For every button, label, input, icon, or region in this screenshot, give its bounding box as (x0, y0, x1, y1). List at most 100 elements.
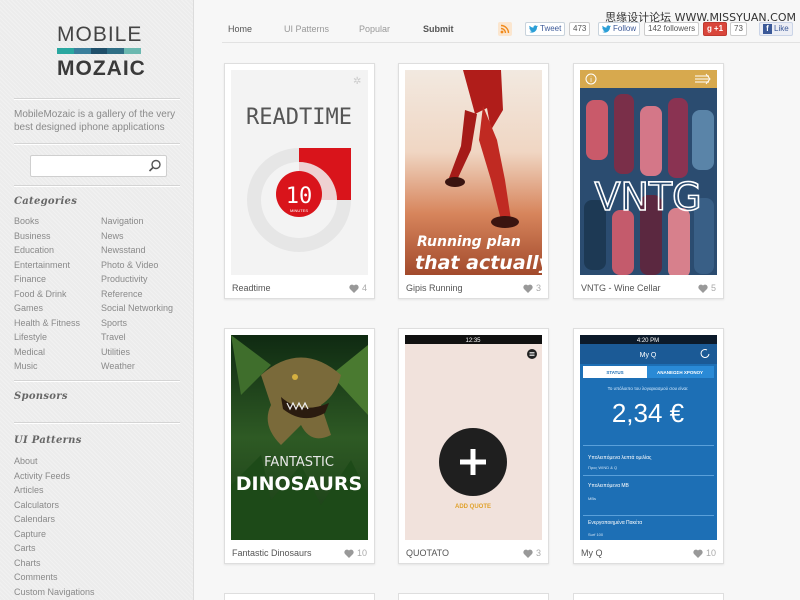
card-title[interactable]: Readtime (232, 283, 271, 293)
logo-color-bar (57, 48, 141, 54)
pattern-link[interactable]: Capture (14, 527, 95, 542)
app-card-partial[interactable] (398, 593, 549, 600)
search-icon[interactable] (148, 159, 162, 173)
pattern-link[interactable]: Articles (14, 483, 95, 498)
tweet-label: Tweet (540, 24, 562, 33)
app-screenshot[interactable]: READTIME ✲ 10 MINUTES (231, 70, 368, 275)
pattern-link[interactable]: About (14, 454, 95, 469)
readtime-unit: MINUTES (290, 208, 308, 213)
pattern-link[interactable]: Activity Feeds (14, 469, 95, 484)
menu-icon (695, 73, 711, 85)
rss-icon[interactable] (498, 22, 512, 36)
like-count: 3 (535, 283, 541, 293)
like-count: 3 (535, 548, 541, 558)
category-link[interactable]: Music (14, 359, 80, 374)
vntg-logo: VNTG (594, 175, 701, 219)
nav-popular[interactable]: Popular (359, 24, 399, 34)
app-screenshot[interactable]: 4:20 PM My Q STATUS ΑΝΑΝΕΩΣΗ ΧΡΟΝΟΥ Το υ… (580, 335, 717, 540)
category-link[interactable]: Food & Drink (14, 287, 80, 302)
pattern-link[interactable]: Charts (14, 556, 95, 571)
app-screenshot[interactable]: i VNTG (580, 70, 717, 275)
tab-status: STATUS (606, 370, 623, 375)
like-counter[interactable]: 3 (523, 548, 541, 558)
balance-caption: Το υπόλοιπο του λογαριασμού σου είναι: (608, 385, 689, 391)
dinosaurs-screen: FANTASTIC DINOSAURS (231, 335, 368, 540)
category-link[interactable]: Newsstand (101, 243, 173, 258)
app-card-vntg[interactable]: i VNTG VNTG - Wine Cellar 5 (573, 63, 724, 299)
category-link[interactable]: News (101, 229, 173, 244)
app-card-fantastic-dinosaurs[interactable]: FANTASTIC DINOSAURS Fantastic Dinosaurs … (224, 328, 375, 564)
category-link[interactable]: Sports (101, 316, 173, 331)
tweet-count: 473 (569, 22, 591, 36)
watermark: 思缘设计论坛 WWW.MISSYUAN.COM (605, 11, 796, 24)
app-card-partial[interactable] (573, 593, 724, 600)
category-link[interactable]: Travel (101, 330, 173, 345)
logo-line1: MOBILE (57, 23, 143, 46)
logo-line2: MOZAIC (57, 57, 146, 80)
card-title[interactable]: Gipis Running (406, 283, 463, 293)
nav-home[interactable]: Home (228, 24, 252, 34)
card-title[interactable]: QUOTATO (406, 548, 449, 558)
card-title[interactable]: VNTG - Wine Cellar (581, 283, 661, 293)
twitter-icon (529, 25, 538, 33)
tab-renewal: ΑΝΑΝΕΩΣΗ ΧΡΟΝΟΥ (657, 370, 703, 375)
dino-line1: FANTASTIC (264, 455, 334, 470)
like-counter[interactable]: 10 (344, 548, 367, 558)
add-quote-label: ADD QUOTE (455, 504, 491, 510)
like-counter[interactable]: 5 (698, 283, 716, 293)
app-card-partial[interactable] (224, 593, 375, 600)
site-logo[interactable]: MOBILE MOZAIC (57, 23, 146, 80)
header-divider (222, 42, 800, 43)
readtime-screen: READTIME ✲ 10 MINUTES (246, 76, 361, 252)
app-screenshot[interactable]: Running plan that actually (405, 70, 542, 275)
app-screenshot[interactable]: 12:35 ADD QUOTE (405, 335, 542, 540)
tweet-button[interactable]: Tweet (525, 22, 566, 36)
sidebar: MOBILE MOZAIC MobileMozaic is a gallery … (0, 0, 194, 600)
search-input[interactable] (31, 156, 141, 176)
category-link[interactable]: Photo & Video (101, 258, 173, 273)
app-card-readtime[interactable]: READTIME ✲ 10 MINUTES Readtime 4 (224, 63, 375, 299)
category-link[interactable]: Health & Fitness (14, 316, 80, 331)
nav-submit[interactable]: Submit (423, 24, 463, 34)
ui-patterns-title: UI Patterns (14, 435, 82, 446)
category-link[interactable]: Entertainment (14, 258, 80, 273)
category-link[interactable]: Utilities (101, 345, 173, 360)
nav-ui-patterns[interactable]: UI Patterns (284, 24, 344, 34)
card-title[interactable]: My Q (581, 548, 603, 558)
heart-icon (344, 549, 354, 558)
heart-icon (698, 284, 708, 293)
pattern-link[interactable]: Custom Navigations (14, 585, 95, 600)
categories-list-2: Navigation News Newsstand Photo & Video … (101, 214, 173, 374)
category-link[interactable]: Lifestyle (14, 330, 80, 345)
category-link[interactable]: Weather (101, 359, 173, 374)
category-link[interactable]: Finance (14, 272, 80, 287)
category-link[interactable]: Reference (101, 287, 173, 302)
category-link[interactable]: Games (14, 301, 80, 316)
facebook-icon: f (763, 24, 772, 34)
category-link[interactable]: Education (14, 243, 80, 258)
heart-icon (693, 549, 703, 558)
like-counter[interactable]: 10 (693, 548, 716, 558)
readtime-number: 10 (286, 184, 313, 209)
app-card-my-q[interactable]: 4:20 PM My Q STATUS ΑΝΑΝΕΩΣΗ ΧΡΟΝΟΥ Το υ… (573, 328, 724, 564)
pattern-link[interactable]: Calculators (14, 498, 95, 513)
category-link[interactable]: Books (14, 214, 80, 229)
like-counter[interactable]: 4 (349, 283, 367, 293)
dinosaur-head (261, 357, 341, 445)
category-link[interactable]: Medical (14, 345, 80, 360)
app-card-quotato[interactable]: 12:35 ADD QUOTE QUOTATO 3 (398, 328, 549, 564)
pattern-link[interactable]: Comments (14, 570, 95, 585)
info-row: Προς WIND & Q (588, 465, 617, 470)
settings-icon: ✲ (353, 76, 361, 87)
app-card-gipis-running[interactable]: Running plan that actually Gipis Running… (398, 63, 549, 299)
like-counter[interactable]: 3 (523, 283, 541, 293)
app-screenshot[interactable]: FANTASTIC DINOSAURS (231, 335, 368, 540)
category-link[interactable]: Productivity (101, 272, 173, 287)
pattern-link[interactable]: Carts (14, 541, 95, 556)
category-link[interactable]: Social Networking (101, 301, 173, 316)
card-title[interactable]: Fantastic Dinosaurs (232, 548, 312, 558)
category-link[interactable]: Business (14, 229, 80, 244)
pattern-link[interactable]: Calendars (14, 512, 95, 527)
category-link[interactable]: Navigation (101, 214, 173, 229)
info-row: Υπολειπόμενα MB (588, 482, 630, 489)
